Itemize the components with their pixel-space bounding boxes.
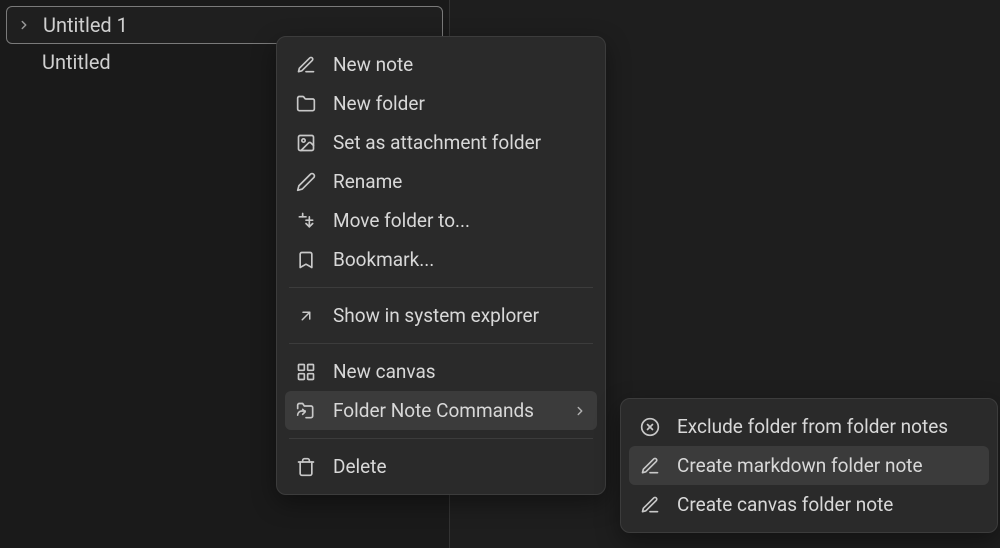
file-item-label: Untitled bbox=[42, 50, 111, 74]
menu-item-label: Set as attachment folder bbox=[333, 131, 587, 154]
chevron-right-icon bbox=[573, 404, 587, 418]
bookmark-icon bbox=[295, 249, 317, 271]
external-link-icon bbox=[295, 305, 317, 327]
move-tree-icon bbox=[295, 210, 317, 232]
context-menu: New note New folder Set as attachment fo… bbox=[276, 36, 606, 495]
menu-item-new-canvas[interactable]: New canvas bbox=[285, 352, 597, 391]
image-icon bbox=[295, 132, 317, 154]
menu-item-show-in-explorer[interactable]: Show in system explorer bbox=[285, 296, 597, 335]
chevron-right-icon bbox=[17, 18, 31, 32]
menu-item-label: Create canvas folder note bbox=[677, 493, 979, 516]
pencil-icon bbox=[295, 171, 317, 193]
menu-item-label: Rename bbox=[333, 170, 587, 193]
menu-item-label: Move folder to... bbox=[333, 209, 587, 232]
menu-item-bookmark[interactable]: Bookmark... bbox=[285, 240, 597, 279]
menu-item-rename[interactable]: Rename bbox=[285, 162, 597, 201]
trash-icon bbox=[295, 456, 317, 478]
folder-icon bbox=[295, 93, 317, 115]
menu-item-label: Bookmark... bbox=[333, 248, 587, 271]
menu-item-folder-note-commands[interactable]: Folder Note Commands bbox=[285, 391, 597, 430]
menu-item-label: Exclude folder from folder notes bbox=[677, 415, 979, 438]
menu-item-label: New note bbox=[333, 53, 587, 76]
menu-item-label: New canvas bbox=[333, 360, 587, 383]
context-submenu: Exclude folder from folder notes Create … bbox=[620, 398, 998, 533]
edit-icon bbox=[295, 54, 317, 76]
grid-icon bbox=[295, 361, 317, 383]
spacer bbox=[16, 55, 30, 69]
menu-item-move-folder[interactable]: Move folder to... bbox=[285, 201, 597, 240]
menu-separator bbox=[289, 343, 593, 344]
menu-item-label: Delete bbox=[333, 455, 587, 478]
edit-icon bbox=[639, 494, 661, 516]
menu-item-set-attachment-folder[interactable]: Set as attachment folder bbox=[285, 123, 597, 162]
menu-item-label: New folder bbox=[333, 92, 587, 115]
menu-item-new-note[interactable]: New note bbox=[285, 45, 597, 84]
menu-item-label: Create markdown folder note bbox=[677, 454, 979, 477]
menu-separator bbox=[289, 438, 593, 439]
submenu-item-exclude-folder[interactable]: Exclude folder from folder notes bbox=[629, 407, 989, 446]
edit-icon bbox=[639, 455, 661, 477]
menu-item-delete[interactable]: Delete bbox=[285, 447, 597, 486]
file-item-label: Untitled 1 bbox=[43, 13, 128, 37]
x-circle-icon bbox=[639, 416, 661, 438]
menu-item-label: Show in system explorer bbox=[333, 304, 587, 327]
folder-symlink-icon bbox=[295, 400, 317, 422]
menu-item-new-folder[interactable]: New folder bbox=[285, 84, 597, 123]
menu-separator bbox=[289, 287, 593, 288]
menu-item-label: Folder Note Commands bbox=[333, 399, 557, 422]
submenu-item-create-markdown-note[interactable]: Create markdown folder note bbox=[629, 446, 989, 485]
submenu-item-create-canvas-note[interactable]: Create canvas folder note bbox=[629, 485, 989, 524]
